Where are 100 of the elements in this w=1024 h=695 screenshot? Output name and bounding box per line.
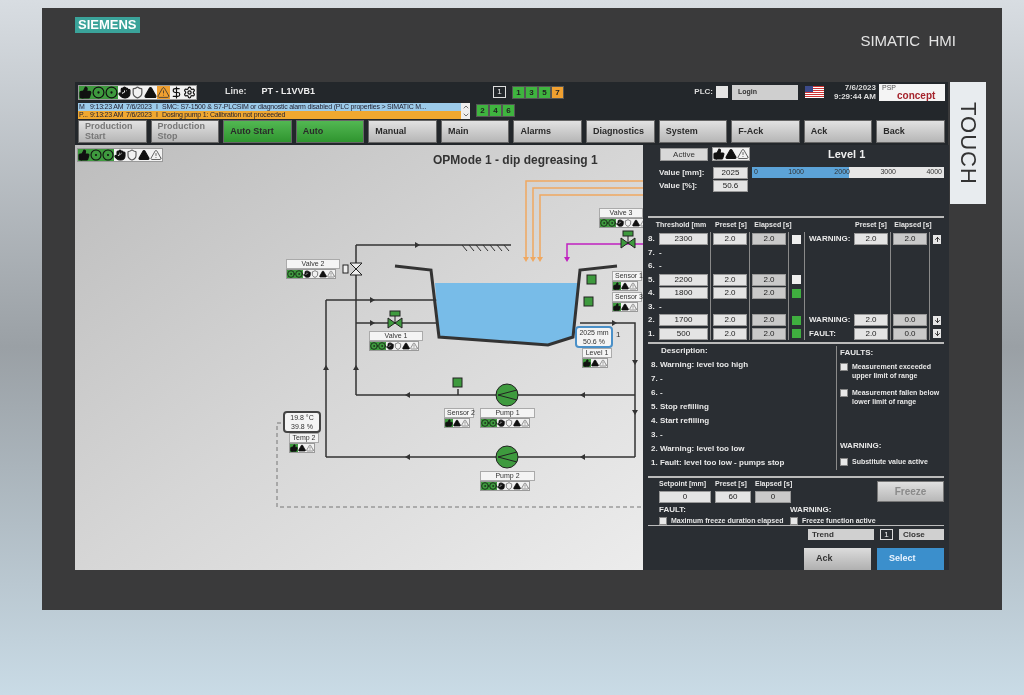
trend-button[interactable]: Trend — [808, 528, 874, 540]
close-button[interactable]: Close — [899, 528, 944, 540]
valve-icon[interactable] — [387, 310, 403, 329]
checkbox[interactable] — [840, 389, 848, 398]
warning-icon — [513, 482, 521, 490]
screen-button[interactable]: 2 — [476, 104, 489, 118]
screen-button[interactable]: 1 — [512, 85, 525, 99]
empty-threshold: - — [659, 246, 663, 259]
logo-text: concept — [897, 89, 936, 101]
sensor-icon[interactable] — [583, 296, 594, 307]
nav-button[interactable]: Ack — [803, 119, 873, 143]
checkbox[interactable] — [840, 363, 848, 372]
threshold-field[interactable]: 2200 — [659, 273, 708, 286]
nav-button[interactable]: Auto Start — [223, 119, 292, 143]
elapsed-field[interactable]: 2.0 — [752, 327, 786, 340]
line-label: Line: — [225, 85, 247, 99]
shield-icon — [505, 419, 513, 427]
row-index: 1. — [648, 327, 656, 340]
elapsed-field[interactable]: 2.0 — [752, 273, 786, 286]
screen-button[interactable]: 4 — [489, 104, 502, 118]
sensor-icon[interactable] — [586, 274, 597, 285]
row-index: 8. — [648, 233, 656, 246]
flag-icon[interactable] — [805, 86, 824, 99]
elapsed-field[interactable]: 0.0 — [893, 314, 927, 327]
time-label: 9:29:44 AM — [834, 92, 876, 102]
warning-outline-icon — [327, 270, 335, 278]
nav-button[interactable]: System — [658, 119, 728, 143]
warning-outline-icon — [629, 282, 637, 290]
threshold-description: 4. Start refilling — [651, 415, 711, 428]
shield-icon — [505, 482, 513, 490]
nav-button[interactable]: Back — [876, 119, 945, 143]
preset-field[interactable]: 2.0 — [854, 233, 888, 246]
preset-field[interactable]: 2.0 — [854, 314, 888, 327]
elapsed-field[interactable]: 2.0 — [752, 314, 786, 327]
valve-icon[interactable] — [620, 230, 636, 249]
warning-outline-icon — [521, 419, 529, 427]
nav-button[interactable]: Diagnostics — [586, 119, 655, 143]
checkbox[interactable] — [840, 457, 848, 466]
pump-icon[interactable] — [495, 445, 519, 469]
action-button[interactable]: Ack — [804, 548, 871, 570]
plc-status-box — [716, 86, 728, 99]
nav-button[interactable]: Main — [440, 119, 510, 143]
warning-icon — [402, 342, 410, 350]
circle-icon — [90, 149, 102, 161]
preset-field[interactable]: 2.0 — [713, 273, 747, 286]
valve-icon[interactable] — [342, 262, 363, 276]
warning-icon — [319, 270, 327, 278]
elapsed-field[interactable]: 2.0 — [752, 287, 786, 300]
thumbs-up-icon — [290, 444, 298, 452]
screen-button[interactable]: 3 — [525, 85, 538, 99]
touch-label: TOUCH — [954, 101, 982, 185]
preset-field[interactable]: 2.0 — [713, 327, 747, 340]
nav-button[interactable]: Auto — [295, 119, 365, 143]
threshold-field[interactable]: 500 — [659, 327, 708, 340]
thumbs-up-icon — [79, 85, 92, 99]
date-label: 7/6/2023 — [844, 83, 876, 93]
warning-outline-icon — [157, 85, 170, 99]
hand-icon — [497, 419, 505, 427]
threshold-field[interactable]: 1700 — [659, 314, 708, 327]
screen-button[interactable]: 5 — [538, 85, 551, 99]
nav-button[interactable]: F-Ack — [731, 119, 800, 143]
status-button[interactable]: Active — [660, 147, 708, 161]
warning-outline-icon — [599, 359, 607, 367]
elapsed-field[interactable]: 0.0 — [893, 327, 927, 340]
value-field[interactable]: 50.6 — [713, 180, 748, 193]
thumbs-up-icon — [445, 419, 453, 427]
screen-number-icon[interactable]: 1 — [493, 86, 506, 99]
sensor-icon[interactable] — [452, 377, 463, 388]
nav-button[interactable]: Manual — [368, 119, 437, 143]
arrow-down-icon[interactable] — [933, 316, 941, 324]
preset-field[interactable]: 2.0 — [854, 327, 888, 340]
plc-label: PLC: — [694, 86, 713, 99]
pump-icon[interactable] — [495, 383, 519, 407]
value-field[interactable]: 2025 — [713, 166, 748, 179]
warning-outline-icon — [410, 342, 418, 350]
arrow-up-icon[interactable] — [933, 235, 941, 243]
hand-icon — [118, 85, 131, 99]
arrow-down-icon[interactable] — [933, 330, 941, 338]
elapsed-field[interactable]: 2.0 — [752, 233, 786, 246]
elapsed-field[interactable]: 2.0 — [893, 233, 927, 246]
threshold-description: 3. - — [651, 429, 664, 442]
screen-button[interactable]: 6 — [502, 104, 515, 118]
shield-icon — [131, 85, 144, 99]
preset-field[interactable]: 2.0 — [713, 314, 747, 327]
limit-label: WARNING: — [809, 314, 852, 327]
preset-field[interactable]: 2.0 — [713, 287, 747, 300]
screen-button[interactable]: 7 — [551, 85, 564, 99]
preset-field[interactable]: 2.0 — [713, 233, 747, 246]
warning-icon — [621, 303, 629, 311]
screen-number-icon[interactable]: 1 — [880, 528, 893, 540]
section-title: FAULT: — [659, 503, 687, 516]
nav-button[interactable]: Alarms — [513, 119, 583, 143]
threshold-field[interactable]: 2300 — [659, 233, 708, 246]
threshold-description: 6. - — [651, 387, 664, 400]
row-index: 2. — [648, 314, 656, 327]
threshold-field[interactable]: 1800 — [659, 287, 708, 300]
circle-icon — [92, 85, 105, 99]
empty-threshold: - — [659, 260, 663, 273]
model-label: SIMATIC HMI — [860, 31, 956, 51]
warning-outline-icon — [150, 149, 162, 161]
